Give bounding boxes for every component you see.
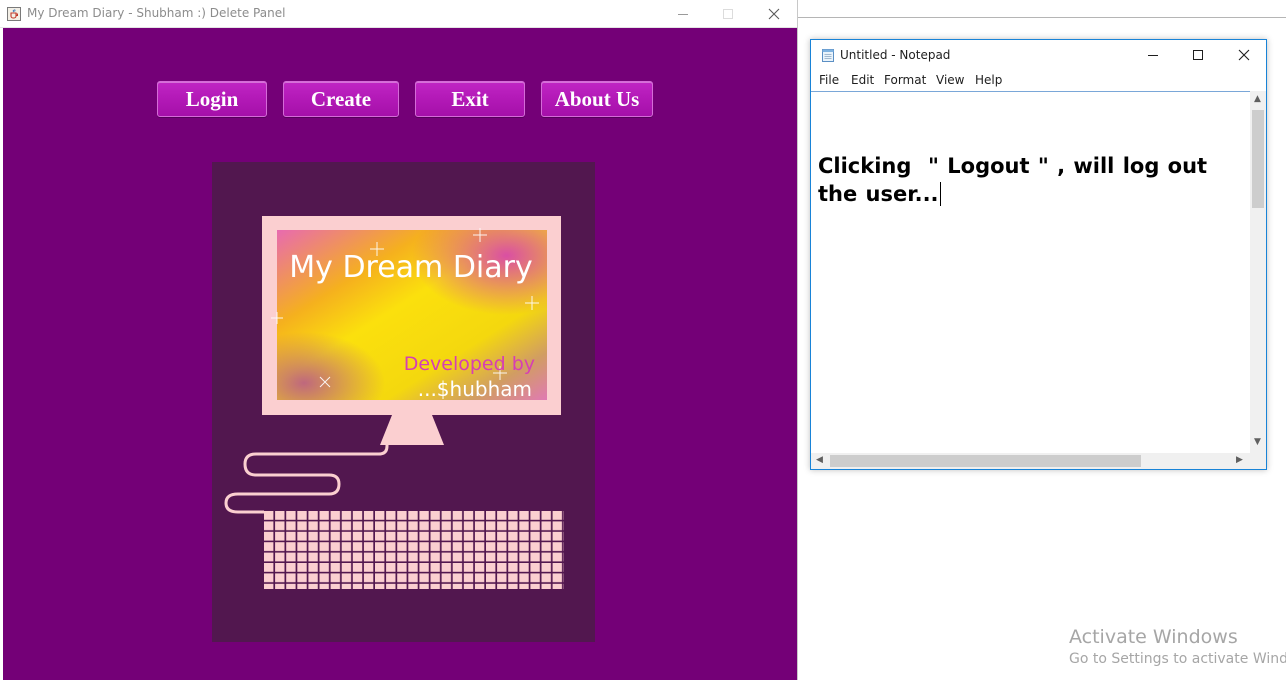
menu-help[interactable]: Help (975, 73, 1002, 87)
scroll-right-icon[interactable]: ▶ (1236, 455, 1243, 465)
notepad-text: Clicking " Logout " , will log out the u… (818, 154, 1216, 206)
maximize-button[interactable] (705, 0, 751, 27)
close-button[interactable] (751, 0, 797, 27)
maximize-icon (1193, 50, 1203, 60)
menu-format[interactable]: Format (884, 73, 926, 87)
main-panel: Login Create Exit About Us My Dream Diar… (3, 28, 797, 680)
scroll-left-icon[interactable]: ◀ (816, 455, 823, 465)
notepad-menubar: File Edit Format View Help (811, 70, 1266, 90)
java-cup-icon (7, 7, 21, 21)
scroll-down-icon[interactable]: ▼ (1254, 437, 1261, 447)
login-button[interactable]: Login (157, 81, 267, 117)
notepad-maximize-button[interactable] (1175, 40, 1221, 70)
minimize-icon (1148, 55, 1158, 56)
menu-file[interactable]: File (819, 73, 839, 87)
notepad-window: Untitled - Notepad File Edit Format View… (810, 39, 1267, 470)
notepad-text-area[interactable]: Clicking " Logout " , will log out the u… (811, 91, 1250, 457)
activate-windows-subtitle: Go to Settings to activate Windows. (1069, 651, 1286, 667)
notepad-minimize-button[interactable] (1130, 40, 1176, 70)
close-icon (1238, 49, 1250, 61)
maximize-icon (723, 9, 733, 19)
close-icon (768, 8, 780, 20)
menu-edit[interactable]: Edit (851, 73, 874, 87)
menu-view[interactable]: View (936, 73, 964, 87)
notepad-icon (822, 49, 834, 62)
notepad-text-content: Clicking " Logout " , will log out the u… (818, 152, 1238, 208)
keyboard (264, 511, 564, 589)
notepad-titlebar[interactable]: Untitled - Notepad (811, 40, 1266, 70)
scrollbar-corner (1250, 453, 1266, 469)
horizontal-scroll-thumb[interactable] (830, 455, 1141, 467)
screen-title: My Dream Diary (289, 250, 532, 285)
scroll-up-icon[interactable]: ▲ (1254, 94, 1261, 104)
window-title: My Dream Diary - Shubham :) Delete Panel (27, 6, 286, 20)
java-app-window: My Dream Diary - Shubham :) Delete Panel… (0, 0, 798, 680)
dream-diary-illustration: My Dream Diary Developed by ...$hubham (212, 162, 595, 642)
vertical-scrollbar[interactable]: ▲ ▼ (1250, 91, 1266, 457)
minimize-button[interactable] (660, 0, 706, 27)
horizontal-scrollbar[interactable]: ◀ ▶ (811, 453, 1250, 469)
activate-windows-title: Activate Windows (1069, 626, 1238, 648)
about-us-button[interactable]: About Us (541, 81, 653, 117)
desktop-window-edge (798, 17, 1286, 18)
minimize-icon (678, 14, 688, 15)
credit-author: ...$hubham (418, 377, 532, 401)
create-button[interactable]: Create (283, 81, 399, 117)
notepad-close-button[interactable] (1221, 40, 1267, 70)
credit-developed-by: Developed by (404, 353, 535, 375)
text-caret (939, 182, 941, 206)
exit-button[interactable]: Exit (415, 81, 525, 117)
java-titlebar[interactable]: My Dream Diary - Shubham :) Delete Panel (0, 0, 797, 28)
vertical-scroll-thumb[interactable] (1252, 110, 1264, 208)
notepad-title: Untitled - Notepad (840, 48, 951, 62)
